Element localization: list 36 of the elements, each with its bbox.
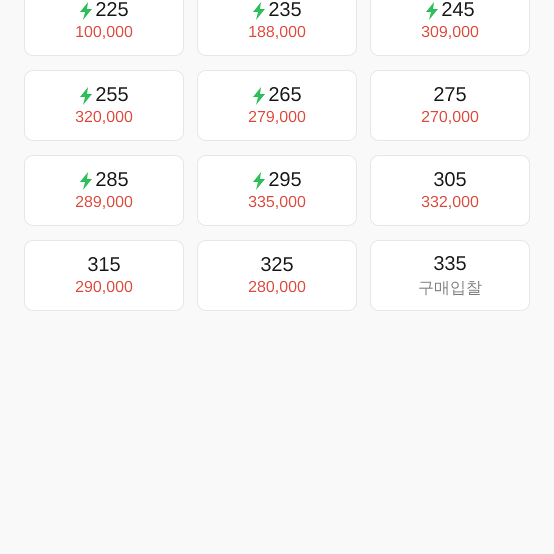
price-text: 320,000: [75, 109, 133, 127]
size-option[interactable]: 265 279,000: [197, 70, 357, 141]
size-option[interactable]: 245 309,000: [370, 0, 530, 56]
price-text: 290,000: [75, 279, 133, 297]
price-text: 188,000: [248, 24, 306, 42]
price-text: 335,000: [248, 194, 306, 212]
price-text: 289,000: [75, 194, 133, 212]
size-option[interactable]: 325 280,000: [197, 240, 357, 311]
size-label: 245: [441, 0, 475, 22]
size-label: 255: [95, 84, 129, 107]
price-text: 270,000: [421, 109, 479, 127]
size-label: 235: [268, 0, 302, 22]
size-option[interactable]: 335 구매입찰: [370, 240, 530, 311]
size-label: 225: [95, 0, 129, 22]
price-text: 309,000: [421, 24, 479, 42]
size-option[interactable]: 275 270,000: [370, 70, 530, 141]
size-option[interactable]: 285 289,000: [24, 155, 184, 226]
size-label: 325: [260, 254, 294, 277]
size-option[interactable]: 305 332,000: [370, 155, 530, 226]
price-text: 279,000: [248, 109, 306, 127]
size-label: 305: [433, 169, 467, 192]
size-label: 265: [268, 84, 302, 107]
size-option[interactable]: 235 188,000: [197, 0, 357, 56]
size-label: 275: [433, 84, 467, 107]
size-option[interactable]: 315 290,000: [24, 240, 184, 311]
size-label: 285: [95, 169, 129, 192]
size-label: 315: [87, 254, 121, 277]
price-text: 280,000: [248, 279, 306, 297]
size-label: 295: [268, 169, 302, 192]
price-text: 100,000: [75, 24, 133, 42]
size-option[interactable]: 255 320,000: [24, 70, 184, 141]
price-text: 구매입찰: [418, 278, 482, 298]
size-option[interactable]: 295 335,000: [197, 155, 357, 226]
price-text: 332,000: [421, 194, 479, 212]
size-label: 335: [433, 252, 467, 276]
size-option[interactable]: 225 100,000: [24, 0, 184, 56]
